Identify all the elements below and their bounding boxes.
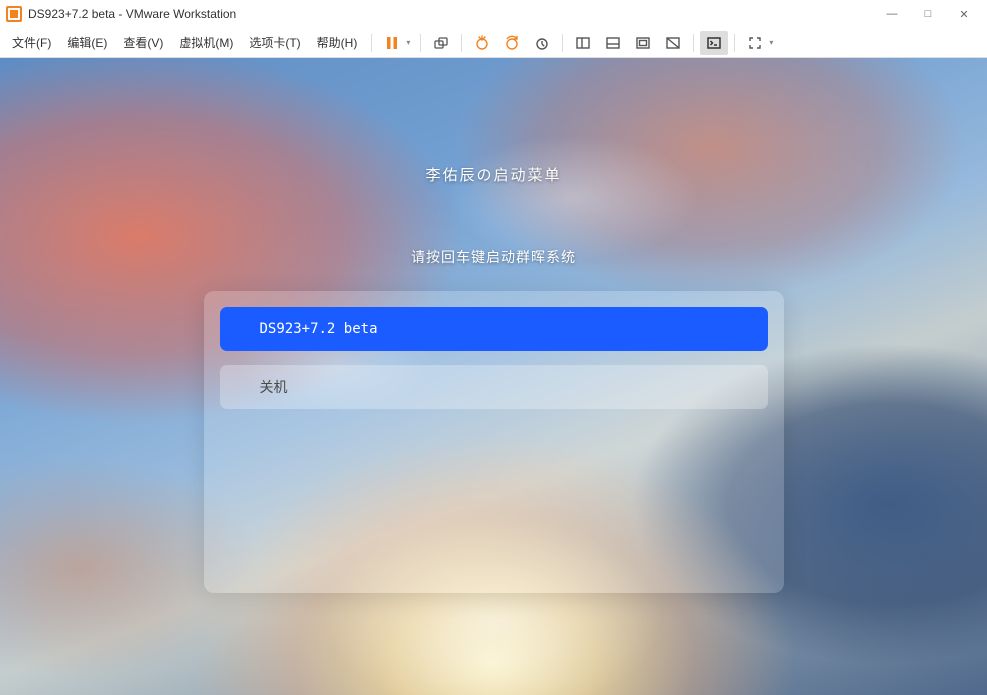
menu-vm[interactable]: 虚拟机(M) bbox=[171, 30, 241, 55]
boot-panel: DS923+7.2 beta 关机 bbox=[204, 291, 784, 593]
snapshot-take-button[interactable] bbox=[468, 31, 496, 55]
pause-button[interactable] bbox=[378, 31, 406, 55]
vm-display[interactable]: 李佑辰の启动菜单 请按回车键启动群晖系统 DS923+7.2 beta 关机 bbox=[0, 58, 987, 695]
fullscreen-dropdown-icon[interactable]: ▾ bbox=[769, 38, 777, 47]
boot-title: 李佑辰の启动菜单 bbox=[425, 164, 561, 185]
window-controls: — □ ✕ bbox=[875, 3, 981, 25]
boot-option-label: 关机 bbox=[260, 377, 288, 397]
view-unity-button[interactable] bbox=[659, 31, 687, 55]
console-view-button[interactable] bbox=[700, 31, 728, 55]
boot-subtitle: 请按回车键启动群晖系统 bbox=[411, 247, 576, 267]
menubar: 文件(F) 编辑(E) 查看(V) 虚拟机(M) 选项卡(T) 帮助(H) ▾ bbox=[0, 28, 987, 58]
snapshot-revert-button[interactable] bbox=[498, 31, 526, 55]
minimize-button[interactable]: — bbox=[875, 3, 909, 25]
boot-option-shutdown[interactable]: 关机 bbox=[220, 365, 768, 409]
boot-option-selected[interactable]: DS923+7.2 beta bbox=[220, 307, 768, 351]
window-title: DS923+7.2 beta - VMware Workstation bbox=[28, 7, 236, 21]
view-single-button[interactable] bbox=[569, 31, 597, 55]
menu-edit[interactable]: 编辑(E) bbox=[59, 30, 115, 55]
power-dropdown-icon[interactable]: ▾ bbox=[406, 38, 414, 47]
view-thumbnail-button[interactable] bbox=[629, 31, 657, 55]
toolbar-power-group: ▾ bbox=[378, 31, 414, 55]
send-ctrl-alt-del-button[interactable] bbox=[427, 31, 455, 55]
close-button[interactable]: ✕ bbox=[947, 3, 981, 25]
boot-menu: 李佑辰の启动菜单 请按回车键启动群晖系统 DS923+7.2 beta 关机 bbox=[0, 58, 987, 695]
snapshot-manager-button[interactable] bbox=[528, 31, 556, 55]
menu-file[interactable]: 文件(F) bbox=[4, 30, 59, 55]
titlebar: DS923+7.2 beta - VMware Workstation — □ … bbox=[0, 0, 987, 28]
menu-view[interactable]: 查看(V) bbox=[115, 30, 171, 55]
app-icon bbox=[6, 6, 22, 22]
menu-help[interactable]: 帮助(H) bbox=[309, 30, 366, 55]
boot-option-label: DS923+7.2 beta bbox=[260, 321, 378, 337]
maximize-button[interactable]: □ bbox=[911, 3, 945, 25]
view-console-button[interactable] bbox=[599, 31, 627, 55]
menu-tabs[interactable]: 选项卡(T) bbox=[241, 30, 308, 55]
fullscreen-button[interactable] bbox=[741, 31, 769, 55]
